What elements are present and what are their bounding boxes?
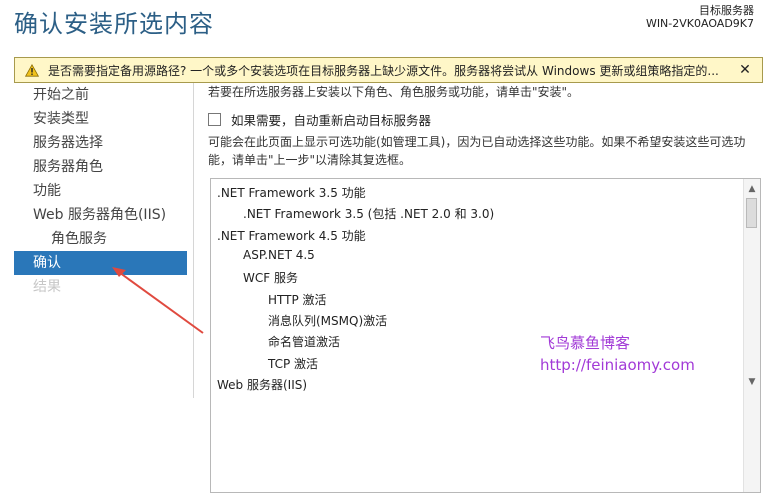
annotation-arrow-icon — [112, 267, 204, 334]
